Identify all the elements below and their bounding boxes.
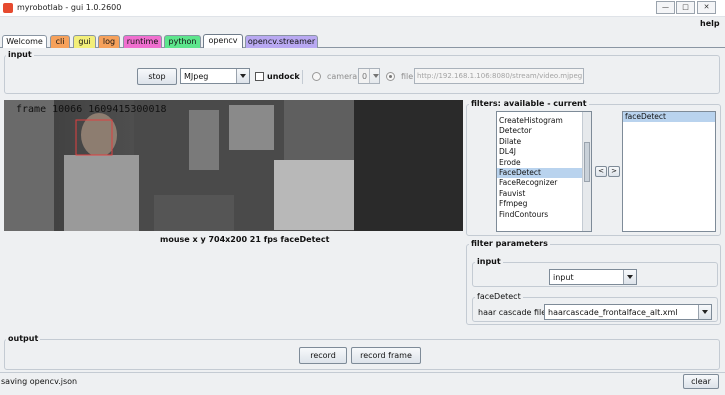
video-status-text: mouse x y 704x200 21 fps faceDetect [160, 235, 330, 244]
input-divider [302, 70, 303, 84]
tab-runtime[interactable]: runtime [123, 35, 162, 48]
camera-label: camera [327, 72, 358, 81]
filters-panel-label: filters: available - current [469, 99, 589, 108]
grabber-value: MJpeg [184, 72, 209, 81]
chevron-down-icon [369, 69, 379, 83]
file-radio-dot [389, 75, 392, 78]
video-overlay-text: frame 10066 1609415300018 [16, 104, 167, 115]
file-label: file [401, 72, 414, 81]
record-button[interactable]: record [299, 347, 347, 364]
help-menu[interactable]: help [700, 19, 720, 28]
available-filters-list[interactable]: CreateHistogram Detector Dilate DL4J Erode Fa… [496, 111, 592, 232]
available-filter-item[interactable]: Ffmpeg [497, 199, 591, 209]
stop-button[interactable]: stop [137, 68, 177, 85]
status-message: saving opencv.json [1, 377, 78, 386]
status-bar-divider [0, 372, 725, 373]
camera-index-select[interactable]: 0 [358, 68, 380, 84]
available-filter-item[interactable]: Erode [497, 158, 591, 168]
tab-cli[interactable]: cli [50, 35, 70, 48]
chevron-down-icon [236, 69, 249, 83]
available-filter-item[interactable]: Dilate [497, 137, 591, 147]
facedetect-group-label: faceDetect [475, 292, 523, 301]
available-filter-item[interactable]: CreateHistogram [497, 116, 591, 126]
file-path-input[interactable]: http://192.168.1.106:8080/stream/video.m… [414, 68, 584, 84]
tab-opencv[interactable]: opencv [203, 34, 243, 48]
available-filters-scrollbar[interactable] [582, 112, 591, 231]
minimize-icon[interactable]: — [656, 1, 675, 14]
output-panel-label: output [6, 334, 41, 343]
scrollbar-thumb[interactable] [584, 142, 590, 182]
current-filters-list[interactable]: faceDetect [622, 111, 716, 232]
filter-input-select[interactable]: input [549, 269, 637, 285]
tab-python[interactable]: python [164, 35, 201, 48]
cascade-label: haar cascade file [478, 308, 547, 317]
app-icon [3, 3, 13, 13]
tab-welcome[interactable]: Welcome [2, 35, 47, 48]
camera-index-value: 0 [362, 72, 368, 81]
add-filter-button[interactable]: > [608, 166, 620, 177]
close-icon[interactable]: ✕ [697, 1, 716, 14]
maximize-icon[interactable]: □ [676, 1, 695, 14]
tab-gui[interactable]: gui [73, 35, 96, 48]
record-frame-button[interactable]: record frame [351, 347, 421, 364]
available-filter-item[interactable]: FindContours [497, 210, 591, 220]
window-title: myrobotlab - gui 1.0.2600 [17, 3, 122, 12]
available-filter-item[interactable]: Fauvist [497, 189, 591, 199]
available-filter-item[interactable]: DL4J [497, 147, 591, 157]
cascade-value: haarcascade_frontalface_alt.xml [548, 308, 678, 317]
camera-radio[interactable] [312, 72, 321, 81]
video-frame-image [4, 100, 463, 231]
available-filter-item[interactable]: FaceDetect [497, 167, 591, 179]
current-filter-item[interactable]: faceDetect [623, 112, 715, 123]
undock-checkbox[interactable] [255, 72, 264, 81]
grabber-select[interactable]: MJpeg [180, 68, 250, 84]
tab-opencv-streamer[interactable]: opencv.streamer [245, 35, 318, 48]
video-display[interactable]: frame 10066 1609415300018 [4, 100, 463, 231]
remove-filter-button[interactable]: < [595, 166, 607, 177]
input-panel-label: input [6, 50, 34, 59]
available-filter-item[interactable]: FaceRecognizer [497, 178, 591, 188]
cascade-select[interactable]: haarcascade_frontalface_alt.xml [544, 304, 712, 320]
window-title-bar: myrobotlab - gui 1.0.2600 — □ ✕ [0, 0, 725, 17]
filter-input-value: input [553, 273, 574, 282]
chevron-down-icon [623, 270, 636, 284]
undock-label: undock [267, 72, 300, 81]
clear-button[interactable]: clear [683, 374, 719, 389]
available-filter-item[interactable]: Detector [497, 126, 591, 136]
filter-parameters-label: filter parameters [469, 239, 550, 248]
filter-input-group-label: input [475, 257, 503, 266]
tab-log[interactable]: log [98, 35, 120, 48]
file-radio[interactable] [386, 72, 395, 81]
chevron-down-icon [698, 305, 711, 319]
